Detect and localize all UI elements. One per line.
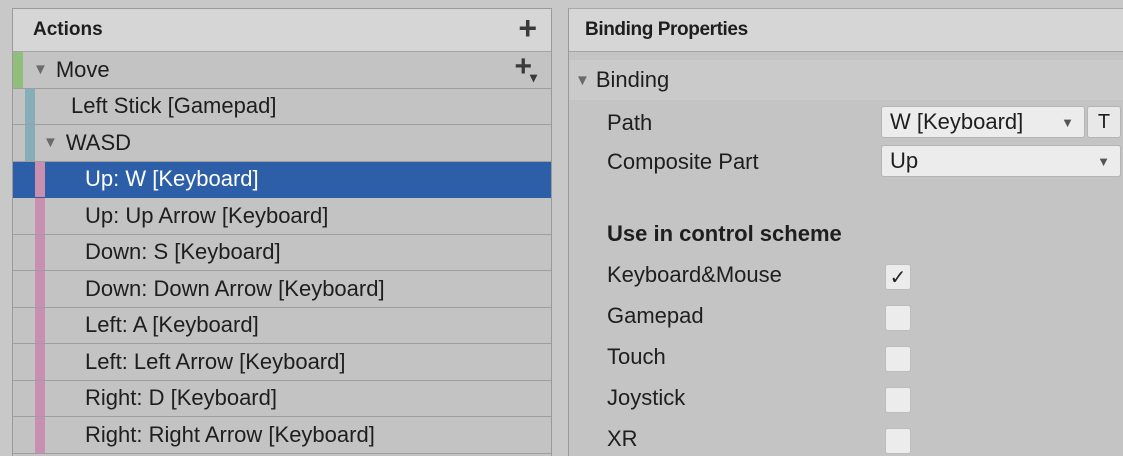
binding-color-bar: [35, 344, 45, 380]
actions-header: Actions +: [13, 9, 551, 52]
chevron-down-icon: ▼: [1097, 153, 1110, 169]
scheme-label: Joystick: [607, 385, 686, 410]
actions-panel: Actions + ▼ Move +▾ Left Stick [Gamepad]…: [12, 8, 552, 456]
path-value: W [Keyboard]: [890, 109, 1024, 134]
binding-label: Up: W [Keyboard]: [85, 166, 259, 192]
composite-part-dropdown[interactable]: Up ▼: [881, 145, 1121, 177]
binding-color-bar: [35, 198, 45, 234]
action-map-label: Move: [55, 56, 110, 82]
binding-color-bar: [35, 234, 45, 270]
binding-label: Right: D [Keyboard]: [85, 385, 277, 411]
binding-label: Up: Up Arrow [Keyboard]: [85, 202, 329, 228]
scheme-label: XR: [607, 426, 638, 451]
path-label: Path: [607, 110, 653, 135]
binding-label: Down: S [Keyboard]: [85, 239, 281, 265]
binding-label: Down: Down Arrow [Keyboard]: [85, 275, 385, 301]
actions-title: Actions: [33, 19, 103, 40]
binding-row[interactable]: Left: A [Keyboard]: [13, 307, 551, 344]
binding-color-bar: [35, 307, 45, 343]
scheme-checkbox[interactable]: [885, 346, 911, 372]
binding-list: Left Stick [Gamepad] ▼ WASD Up: W [Keyboard…: [13, 88, 551, 454]
binding-row[interactable]: Right: Right Arrow [Keyboard]: [13, 417, 551, 454]
binding-label: Right: Right Arrow [Keyboard]: [85, 421, 375, 447]
action-map-color-bar: [13, 52, 23, 88]
binding-row[interactable]: Up: W [Keyboard]: [13, 161, 551, 198]
binding-properties-panel: Binding Properties ▼ Binding Path W [Key…: [568, 8, 1123, 456]
binding-label: Left: A [Keyboard]: [85, 312, 259, 338]
binding-properties-header: Binding Properties: [569, 9, 1123, 52]
scheme-checkbox[interactable]: [885, 387, 911, 413]
binding-label: WASD: [65, 129, 132, 155]
scheme-checkbox[interactable]: [885, 305, 911, 331]
binding-foldout[interactable]: ▼ Binding: [569, 60, 1123, 100]
control-scheme-heading: Use in control scheme: [607, 221, 842, 246]
binding-color-bar: [35, 380, 45, 416]
triangle-down-icon[interactable]: ▼: [43, 134, 58, 151]
triangle-down-icon[interactable]: ▼: [575, 72, 590, 89]
plus-dropdown-icon[interactable]: +▾: [514, 50, 539, 85]
binding-color-bar: [35, 161, 45, 197]
binding-color-bar: [25, 88, 35, 124]
scheme-label: Gamepad: [607, 303, 704, 328]
composite-part-value: Up: [890, 148, 919, 173]
scheme-label: Touch: [607, 344, 666, 369]
chevron-down-icon: ▼: [1061, 114, 1074, 130]
scheme-checkbox[interactable]: ✓: [885, 264, 911, 290]
binding-color-bar: [35, 271, 45, 307]
binding-label: Left Stick [Gamepad]: [71, 93, 277, 119]
binding-label: Left: Left Arrow [Keyboard]: [85, 348, 346, 374]
composite-part-label: Composite Part: [607, 149, 759, 174]
binding-row[interactable]: Down: S [Keyboard]: [13, 234, 551, 271]
plus-icon[interactable]: +: [518, 11, 537, 45]
action-map-move[interactable]: ▼ Move +▾: [13, 50, 551, 89]
checkmark-icon: ✓: [889, 266, 907, 289]
binding-row[interactable]: Down: Down Arrow [Keyboard]: [13, 271, 551, 308]
scheme-checkbox[interactable]: [885, 428, 911, 454]
binding-row[interactable]: Left: Left Arrow [Keyboard]: [13, 344, 551, 381]
composite-binding-row[interactable]: ▼ WASD: [13, 125, 551, 162]
binding-color-bar: [35, 417, 45, 453]
t-button[interactable]: T: [1087, 106, 1121, 138]
binding-color-bar: [25, 125, 35, 161]
triangle-down-icon[interactable]: ▼: [33, 61, 48, 78]
binding-properties-title: Binding Properties: [585, 19, 748, 40]
scheme-label: Keyboard&Mouse: [607, 262, 782, 287]
path-dropdown[interactable]: W [Keyboard] ▼: [881, 106, 1085, 138]
binding-row[interactable]: Up: Up Arrow [Keyboard]: [13, 198, 551, 235]
binding-section-label: Binding: [595, 67, 670, 92]
binding-row[interactable]: Right: D [Keyboard]: [13, 380, 551, 417]
binding-row[interactable]: Left Stick [Gamepad]: [13, 88, 551, 125]
